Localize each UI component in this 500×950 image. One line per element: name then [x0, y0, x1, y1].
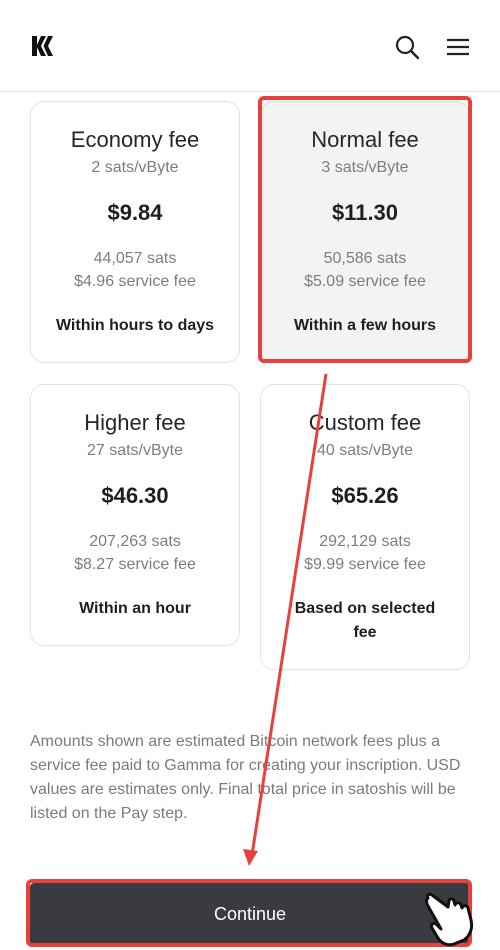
fee-service: $9.99 service fee [304, 556, 426, 573]
fee-time: Within hours to days [55, 317, 215, 334]
gamma-logo-icon[interactable] [30, 34, 54, 58]
fee-title: Normal fee [311, 127, 419, 152]
fee-title: Economy fee [70, 127, 200, 152]
fee-card-economy[interactable]: Economy fee 2 sats/vByte $9.84 44,057 sa… [30, 101, 240, 363]
fee-card-higher[interactable]: Higher fee 27 sats/vByte $46.30 207,263 … [30, 384, 240, 646]
fee-rate: 40 sats/vByte [316, 442, 414, 459]
fee-card-normal[interactable]: Normal fee 3 sats/vByte $11.30 50,586 sa… [260, 101, 470, 363]
continue-button[interactable]: Continue [30, 883, 470, 945]
fee-price: $65.26 [331, 483, 399, 508]
search-icon[interactable] [394, 34, 420, 60]
fee-rate: 2 sats/vByte [91, 159, 179, 176]
fee-sats: 44,057 sats [93, 250, 177, 267]
fee-card-custom[interactable]: Custom fee 40 sats/vByte $65.26 292,129 … [260, 384, 470, 670]
fee-sats: 292,129 sats [319, 533, 411, 550]
fee-sats: 207,263 sats [89, 533, 181, 550]
fee-time: Based on selected fee [294, 600, 436, 641]
fee-price: $9.84 [107, 200, 163, 225]
fee-price: $11.30 [331, 200, 399, 225]
app-header [0, 0, 500, 92]
fee-rate: 3 sats/vByte [321, 159, 409, 176]
fee-disclaimer: Amounts shown are estimated Bitcoin netw… [30, 733, 461, 822]
fee-service: $4.96 service fee [74, 273, 196, 290]
hamburger-menu-icon[interactable] [446, 36, 470, 58]
fee-price: $46.30 [101, 483, 169, 508]
fee-time: Within an hour [79, 600, 191, 617]
fee-sats: 50,586 sats [323, 250, 407, 267]
fee-rate: 27 sats/vByte [86, 442, 184, 459]
fee-title: Custom fee [308, 410, 422, 435]
fee-time: Within a few hours [293, 317, 437, 334]
fee-service: $5.09 service fee [304, 273, 426, 290]
fee-service: $8.27 service fee [74, 556, 196, 573]
fee-title: Higher fee [84, 410, 186, 435]
